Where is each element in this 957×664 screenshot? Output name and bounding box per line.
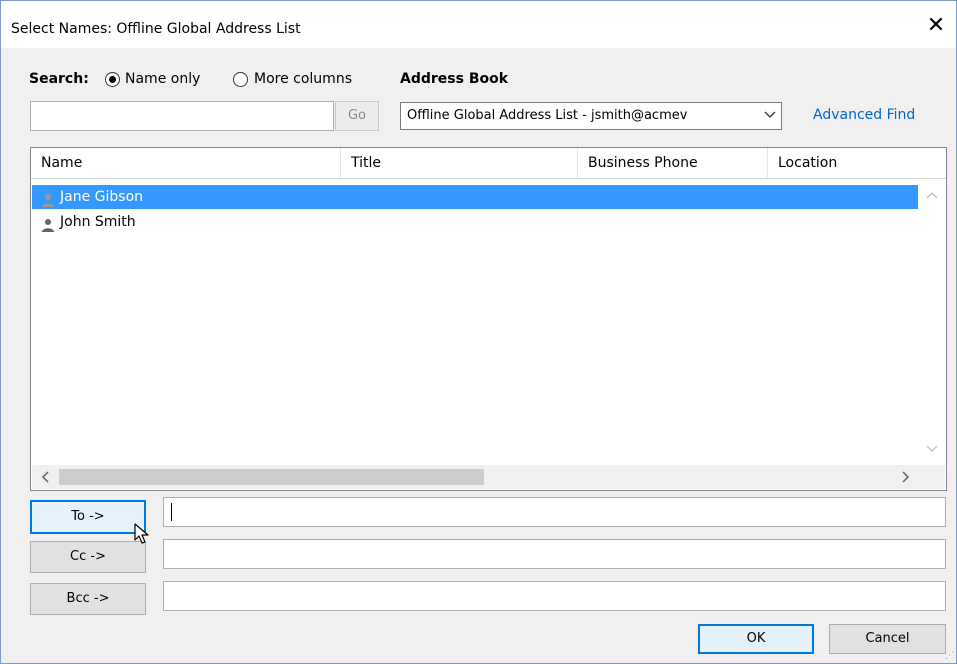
horizontal-scroll-thumb[interactable] <box>59 469 484 485</box>
address-list-view[interactable]: Name Title Business Phone Location Jane … <box>30 147 947 491</box>
resize-grip-icon[interactable]: ⋰ <box>945 651 954 661</box>
column-header-name[interactable]: Name <box>31 148 341 178</box>
scroll-up-icon[interactable] <box>926 188 938 204</box>
scroll-down-icon[interactable] <box>926 442 938 458</box>
to-button[interactable]: To -> <box>30 500 146 534</box>
cc-button[interactable]: Cc -> <box>30 541 146 573</box>
address-book-dropdown[interactable]: Offline Global Address List - jsmith@acm… <box>400 102 782 130</box>
cc-field[interactable] <box>163 539 946 569</box>
list-item[interactable]: Jane Gibson <box>32 185 918 209</box>
bcc-field[interactable] <box>163 581 946 611</box>
radio-more-columns-label[interactable]: More columns <box>254 71 352 87</box>
ok-button[interactable]: OK <box>698 624 814 654</box>
horizontal-scrollbar[interactable] <box>32 465 945 489</box>
advanced-find-link[interactable]: Advanced Find <box>813 107 915 123</box>
select-names-dialog: Select Names: Offline Global Address Lis… <box>0 0 957 664</box>
scroll-right-icon[interactable] <box>901 470 911 488</box>
mouse-cursor-icon <box>131 518 153 552</box>
list-item[interactable]: John Smith <box>32 210 918 234</box>
column-header-business-phone[interactable]: Business Phone <box>578 148 768 178</box>
title-bar: Select Names: Offline Global Address Lis… <box>1 1 956 48</box>
scroll-left-icon[interactable] <box>40 470 50 488</box>
chevron-down-icon <box>763 107 777 124</box>
close-icon[interactable]: ✕ <box>924 14 948 38</box>
search-input[interactable] <box>30 101 334 131</box>
person-icon <box>41 191 55 207</box>
address-book-selected: Offline Global Address List - jsmith@acm… <box>407 108 688 123</box>
person-icon <box>41 216 55 232</box>
header-divider <box>31 178 946 179</box>
search-label: Search: <box>29 71 89 87</box>
list-item-name: John Smith <box>60 214 136 230</box>
address-book-label: Address Book <box>400 71 509 87</box>
column-header-location[interactable]: Location <box>768 148 946 178</box>
list-item-name: Jane Gibson <box>60 189 144 205</box>
to-field[interactable] <box>163 497 946 527</box>
column-header-title[interactable]: Title <box>341 148 578 178</box>
radio-name-only[interactable] <box>105 72 120 87</box>
text-caret <box>171 503 172 521</box>
radio-more-columns[interactable] <box>233 72 248 87</box>
window-title: Select Names: Offline Global Address Lis… <box>11 21 301 37</box>
radio-name-only-label[interactable]: Name only <box>125 71 200 87</box>
cancel-button[interactable]: Cancel <box>829 624 946 654</box>
bcc-button[interactable]: Bcc -> <box>30 583 146 615</box>
go-button[interactable]: Go <box>335 101 379 131</box>
vertical-scrollbar[interactable] <box>919 180 945 463</box>
